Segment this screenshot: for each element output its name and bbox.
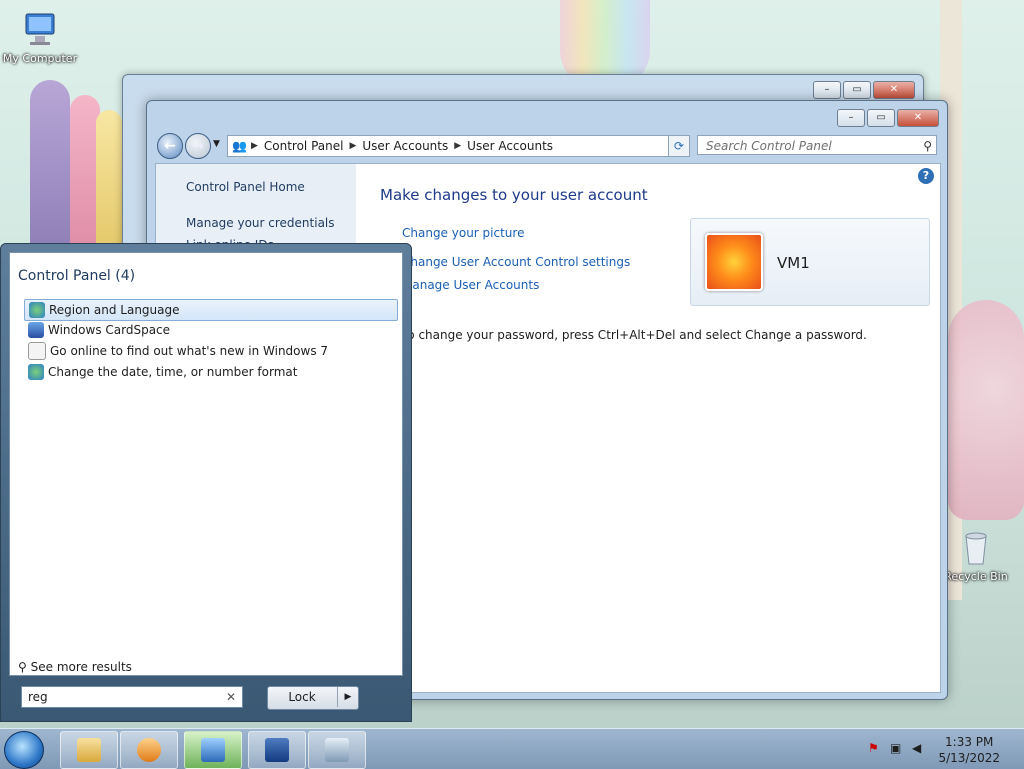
start-search-input[interactable]: reg ✕: [21, 686, 243, 708]
results-group-header[interactable]: Control Panel (4): [18, 268, 135, 284]
result-windows-cardspace[interactable]: Windows CardSpace: [24, 320, 396, 340]
close-button[interactable]: ✕: [897, 109, 939, 127]
close-button[interactable]: ✕: [873, 81, 915, 99]
desktop-icon-label: Recycle Bin: [944, 570, 1008, 583]
recycle-bin-icon: [956, 528, 996, 568]
start-menu: Control Panel (4) Region and Language Wi…: [0, 243, 412, 722]
page-title: Make changes to your user account: [380, 186, 648, 204]
desktop-icon-label: My Computer: [2, 52, 78, 65]
control-panel-home-link[interactable]: Control Panel Home: [186, 180, 305, 194]
manage-credentials-link[interactable]: Manage your credentials: [186, 216, 335, 230]
lock-button[interactable]: Lock ▶: [267, 686, 359, 710]
powershell-icon: [265, 738, 289, 762]
address-bar[interactable]: 👥 ▶ Control Panel ▶ User Accounts ▶ User…: [227, 135, 689, 157]
forward-button[interactable]: →: [185, 133, 211, 159]
recent-pages-dropdown[interactable]: ▼: [213, 139, 220, 149]
desktop-icon-my-computer[interactable]: My Computer: [0, 10, 80, 65]
main-pane: ? Make changes to your user account Chan…: [356, 164, 940, 692]
change-picture-link[interactable]: Change your picture: [402, 226, 524, 240]
taskbar-powershell-button[interactable]: [248, 731, 306, 769]
globe-icon: [29, 302, 45, 318]
minimize-button[interactable]: –: [837, 109, 865, 127]
see-more-results-link[interactable]: ⚲ See more results: [18, 660, 132, 674]
server-manager-icon: [325, 738, 349, 762]
result-change-date-time-format[interactable]: Change the date, time, or number format: [24, 362, 396, 382]
control-panel-icon: 👥: [232, 139, 247, 153]
taskbar: ⚑ ▣ ◀ 1:33 PM 5/13/2022: [0, 728, 1024, 769]
desktop-icon-recycle-bin[interactable]: Recycle Bin: [936, 528, 1016, 583]
taskbar-server-manager-button[interactable]: [308, 731, 366, 769]
document-icon: [28, 342, 46, 360]
network-icon[interactable]: ▣: [890, 741, 904, 755]
maximize-button[interactable]: ▭: [843, 81, 871, 99]
wallpaper-tree: [96, 110, 122, 245]
refresh-button[interactable]: ⟳: [668, 135, 690, 157]
action-center-icon[interactable]: ⚑: [868, 741, 882, 755]
shutdown-options-arrow-icon[interactable]: ▶: [337, 687, 358, 707]
search-icon: ⚲: [18, 660, 27, 674]
search-icon[interactable]: ⚲: [923, 136, 932, 156]
control-panel-icon: [201, 738, 225, 762]
breadcrumb-user-accounts-current[interactable]: User Accounts: [461, 139, 559, 153]
folder-icon: [77, 738, 101, 762]
help-icon[interactable]: ?: [918, 168, 934, 184]
result-whats-new[interactable]: Go online to find out what's new in Wind…: [24, 341, 396, 361]
minimize-button[interactable]: –: [813, 81, 841, 99]
change-uac-settings-link[interactable]: Change User Account Control settings: [402, 255, 630, 269]
wallpaper-tree: [30, 80, 70, 250]
result-region-and-language[interactable]: Region and Language: [24, 299, 398, 321]
address-bar-row: ← → ▼ 👥 ▶ Control Panel ▶ User Accounts …: [155, 133, 939, 159]
taskbar-media-player-button[interactable]: [120, 731, 178, 769]
taskbar-explorer-button[interactable]: [60, 731, 118, 769]
clear-search-icon[interactable]: ✕: [226, 687, 236, 707]
globe-icon: [28, 364, 44, 380]
account-picture-icon[interactable]: [705, 233, 763, 291]
taskbar-control-panel-button[interactable]: [184, 731, 242, 769]
breadcrumb-control-panel[interactable]: Control Panel: [258, 139, 350, 153]
media-player-icon: [137, 738, 161, 762]
cardspace-icon: [28, 322, 44, 338]
account-name: VM1: [777, 254, 810, 272]
breadcrumb-user-accounts[interactable]: User Accounts: [356, 139, 454, 153]
computer-icon: [20, 10, 60, 50]
account-card: VM1: [690, 218, 930, 306]
clock[interactable]: 1:33 PM 5/13/2022: [938, 734, 1000, 766]
search-control-panel-input[interactable]: Search Control Panel ⚲: [697, 135, 937, 155]
wallpaper-leaf: [948, 300, 1024, 520]
maximize-button[interactable]: ▭: [867, 109, 895, 127]
password-note: To change your password, press Ctrl+Alt+…: [402, 328, 867, 342]
volume-icon[interactable]: ◀: [912, 741, 926, 755]
search-results-pane: Control Panel (4) Region and Language Wi…: [9, 252, 403, 676]
start-button[interactable]: [4, 731, 44, 769]
notification-area: ⚑ ▣ ◀ 1:33 PM 5/13/2022: [864, 729, 1024, 769]
back-button[interactable]: ←: [157, 133, 183, 159]
manage-user-accounts-link[interactable]: Manage User Accounts: [402, 278, 539, 292]
